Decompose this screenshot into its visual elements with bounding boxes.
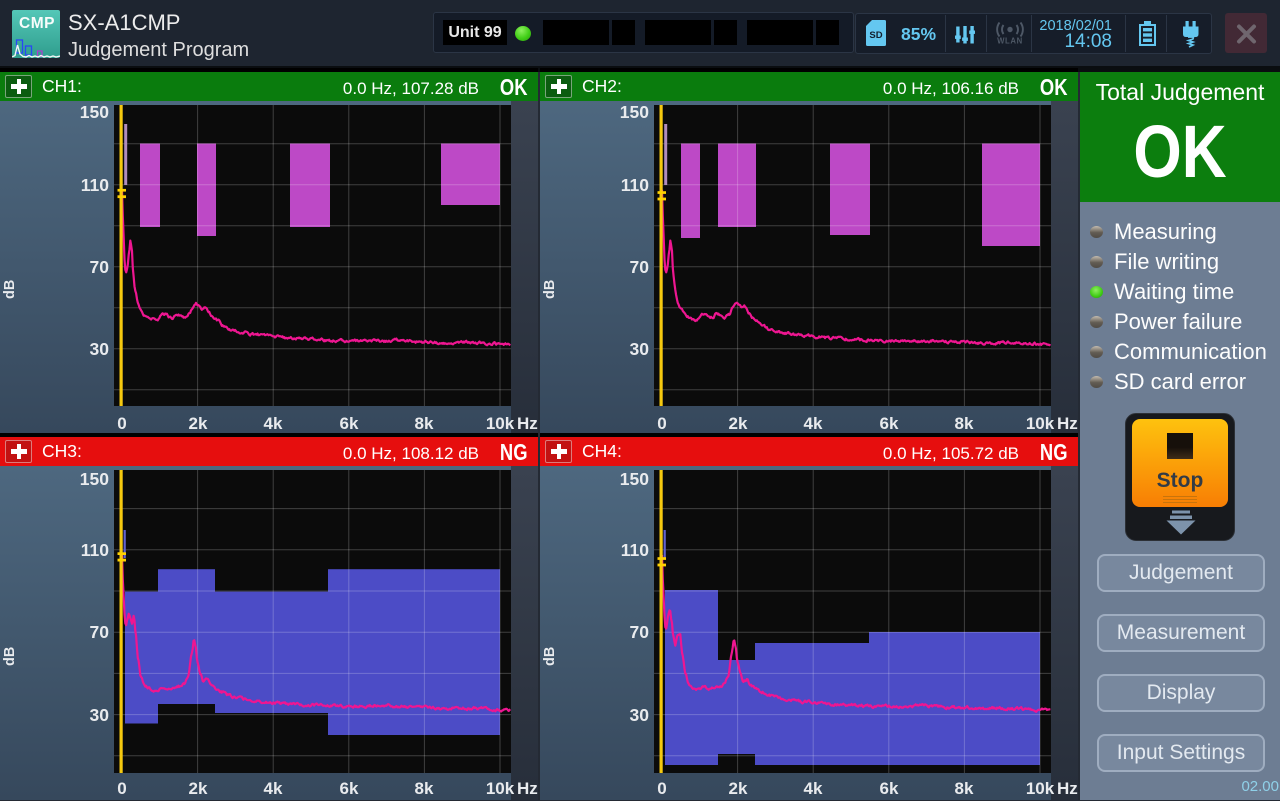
svg-text:SD: SD: [869, 30, 882, 41]
svg-text:WLAN: WLAN: [997, 37, 1023, 46]
